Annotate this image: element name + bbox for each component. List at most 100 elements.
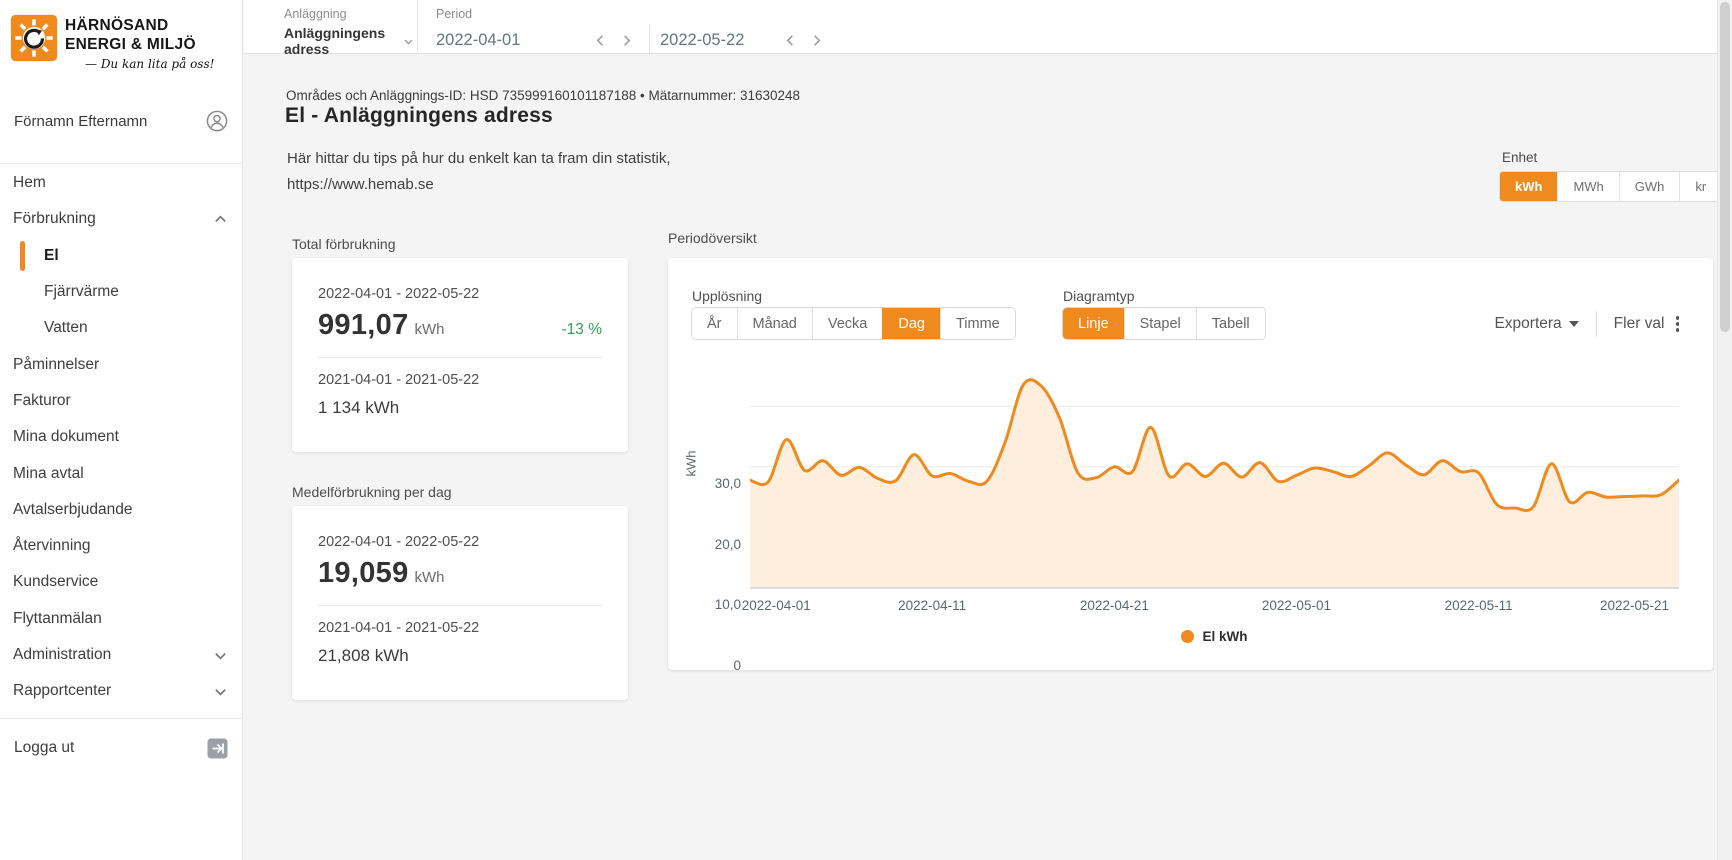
current-period: 2022-04-01 - 2022-05-22: [318, 534, 602, 550]
brand-tagline: — Du kan lita på oss!: [85, 57, 214, 71]
y-tick: 30,0: [692, 476, 741, 491]
chart-toolbar: Exportera Fler val: [1494, 311, 1681, 337]
x-tick: 2022-04-21: [1080, 598, 1149, 613]
unit-gwh-button[interactable]: GWh: [1619, 172, 1680, 201]
previous-period: 2021-04-01 - 2021-05-22: [318, 620, 602, 636]
sidebar-item-kundservice[interactable]: Kundservice: [0, 564, 242, 600]
total-current-unit: kWh: [415, 321, 445, 338]
export-dropdown[interactable]: Exportera: [1494, 315, 1578, 333]
chevron-down-icon: [213, 684, 228, 699]
tips-link[interactable]: https://www.hemab.se: [287, 172, 671, 198]
period-end-date[interactable]: 2022-05-22: [660, 31, 755, 50]
sidebar-item-mina-avtal[interactable]: Mina avtal: [0, 455, 242, 491]
chevron-up-icon: [213, 212, 228, 227]
unit-kr-button[interactable]: kr: [1679, 172, 1721, 201]
resolution-timme-button[interactable]: Timme: [940, 308, 1015, 339]
period-overview-panel: Upplösning År Månad Vecka Dag Timme Diag…: [668, 258, 1713, 670]
user-avatar-icon: [206, 110, 228, 132]
consumption-line-chart[interactable]: [750, 344, 1679, 594]
resolution-ar-button[interactable]: År: [692, 308, 737, 339]
chevron-left-icon: [593, 33, 608, 48]
user-name: Förnamn Efternamn: [14, 113, 147, 130]
chevron-right-icon: [619, 33, 634, 48]
resolution-manad-button[interactable]: Månad: [737, 308, 812, 339]
current-period: 2022-04-01 - 2022-05-22: [318, 286, 602, 302]
topbar: Anläggning Anläggningens adress Period 2…: [244, 0, 1717, 54]
resolution-vecka-button[interactable]: Vecka: [812, 308, 883, 339]
sidebar-item-flyttanmalan[interactable]: Flyttanmälan: [0, 601, 242, 637]
average-current-unit: kWh: [415, 569, 445, 586]
period-divider: [649, 25, 650, 55]
x-tick: 2022-05-01: [1262, 598, 1331, 613]
diagram-tabell-button[interactable]: Tabell: [1196, 308, 1265, 339]
sidebar-item-mina-dokument[interactable]: Mina dokument: [0, 419, 242, 455]
period-overview-label: Periodöversikt: [668, 230, 757, 246]
sidebar-item-forbrukning[interactable]: Förbrukning: [0, 201, 242, 237]
y-axis-unit-label: kWh: [684, 451, 699, 477]
more-options-label: Fler val: [1614, 315, 1665, 333]
page-title: El - Anläggningens adress: [285, 104, 553, 128]
sidebar-divider: [0, 718, 242, 719]
brand-logo: HÄRNÖSAND ENERGI & MILJÖ — Du kan lita p…: [10, 14, 230, 71]
diagram-linje-button[interactable]: Linje: [1063, 308, 1124, 339]
total-consumption-card: 2022-04-01 - 2022-05-22 991,07 kWh -13 %…: [292, 258, 628, 452]
sidebar-item-atervinning[interactable]: Återvinning: [0, 528, 242, 564]
diagram-type-label: Diagramtyp: [1063, 288, 1135, 304]
x-tick: 2022-04-01: [742, 598, 811, 613]
facility-value: Anläggningens adress: [284, 25, 393, 57]
sidebar-item-fakturor[interactable]: Fakturor: [0, 383, 242, 419]
total-card-label: Total förbrukning: [292, 236, 396, 252]
sidebar-item-paminnelser[interactable]: Påminnelser: [0, 346, 242, 382]
facility-select[interactable]: Anläggningens adress: [284, 25, 414, 57]
sidebar-item-fjarrvarme[interactable]: Fjärrvärme: [0, 274, 242, 310]
sidebar: HÄRNÖSAND ENERGI & MILJÖ — Du kan lita p…: [0, 0, 243, 860]
chevron-right-icon: [809, 33, 824, 48]
x-tick: 2022-05-11: [1445, 598, 1513, 613]
resolution-switch: År Månad Vecka Dag Timme: [692, 308, 1015, 339]
unit-switch-label: Enhet: [1502, 150, 1537, 165]
diagram-stapel-button[interactable]: Stapel: [1124, 308, 1196, 339]
brand-logo-icon: [10, 14, 58, 62]
previous-period: 2021-04-01 - 2021-05-22: [318, 372, 602, 388]
facility-meta: Områdes och Anläggnings-ID: HSD 73599916…: [286, 88, 800, 103]
unit-kwh-button[interactable]: kWh: [1500, 172, 1557, 201]
unit-switch: kWh MWh GWh kr: [1500, 172, 1721, 201]
sidebar-nav: Hem Förbrukning El Fjärrvärme Vatten Påm…: [0, 165, 242, 709]
scrollbar-thumb[interactable]: [1720, 2, 1730, 332]
caret-down-icon: [1569, 321, 1579, 327]
sidebar-item-avtalserbjudande[interactable]: Avtalserbjudande: [0, 492, 242, 528]
card-divider: [318, 605, 602, 606]
total-current-value: 991,07: [318, 309, 409, 342]
logout-button[interactable]: Logga ut: [0, 730, 242, 766]
export-label: Exportera: [1494, 315, 1561, 333]
x-tick: 2022-04-11: [898, 598, 966, 613]
user-row: Förnamn Efternamn: [0, 103, 242, 139]
sidebar-item-vatten[interactable]: Vatten: [0, 310, 242, 346]
sidebar-item-el[interactable]: El: [0, 238, 242, 274]
period-label: Period: [436, 7, 829, 21]
chart-legend: El kWh: [750, 629, 1679, 644]
vertical-scrollbar[interactable]: [1717, 0, 1732, 860]
unit-mwh-button[interactable]: MWh: [1557, 172, 1618, 201]
logout-icon: [207, 738, 228, 759]
average-card-label: Medelförbrukning per dag: [292, 484, 452, 500]
period-section: Period 2022-04-01 2022-05-22: [417, 0, 829, 53]
period-end-next-button[interactable]: [803, 28, 829, 52]
tips-line1: Här hittar du tips på hur du enkelt kan …: [287, 146, 671, 172]
sidebar-item-administration[interactable]: Administration: [0, 637, 242, 673]
tips-text: Här hittar du tips på hur du enkelt kan …: [287, 146, 671, 198]
resolution-dag-button[interactable]: Dag: [882, 308, 940, 339]
period-start-prev-button[interactable]: [587, 28, 613, 52]
period-start-date[interactable]: 2022-04-01: [436, 31, 531, 50]
period-end-prev-button[interactable]: [777, 28, 803, 52]
y-tick: 10,0: [692, 597, 741, 612]
card-divider: [318, 357, 602, 358]
sidebar-item-rapportcenter[interactable]: Rapportcenter: [0, 673, 242, 709]
change-badge: -13 %: [562, 321, 603, 339]
brand-name-line2: ENERGI & MILJÖ: [65, 35, 214, 54]
legend-dot: [1181, 630, 1194, 643]
sidebar-item-hem[interactable]: Hem: [0, 165, 242, 201]
more-options-button[interactable]: Fler val: [1614, 314, 1681, 334]
period-start-next-button[interactable]: [613, 28, 639, 52]
y-axis: kWh 30,0 20,0 10,0 0: [692, 344, 745, 594]
